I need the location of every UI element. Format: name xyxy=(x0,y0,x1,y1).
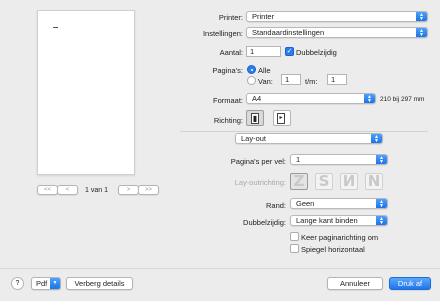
preview-page xyxy=(37,10,135,175)
flip-horizontal-label: Spiegel horizontaal xyxy=(301,245,365,254)
help-button[interactable]: ? xyxy=(11,277,24,290)
chevron-updown-icon: ▲ ▼ xyxy=(376,155,387,164)
printer-value: Printer xyxy=(252,12,275,21)
footer-separator xyxy=(0,268,440,269)
print-button[interactable]: Druk af xyxy=(389,277,431,290)
copies-label: Aantal: xyxy=(219,48,243,57)
pages-range-radio[interactable] xyxy=(247,76,256,85)
section-value: Lay-out xyxy=(241,134,267,143)
chevron-updown-icon: ▲ ▼ xyxy=(371,134,382,143)
hide-details-button[interactable]: Verberg details xyxy=(66,277,133,290)
layout-z-icon[interactable]: Z xyxy=(290,173,308,190)
pdf-label: Pdf xyxy=(36,279,48,288)
presets-value: Standaardinstellingen xyxy=(252,28,325,37)
reverse-orientation-label: Keer paginarichting om xyxy=(301,233,379,242)
pages-per-sheet-select[interactable]: 1 ▲ ▼ xyxy=(290,154,388,165)
pages-label: Pagina's: xyxy=(212,66,243,75)
pages-to-input[interactable]: 1 xyxy=(327,74,347,85)
section-select[interactable]: Lay-out ▲ ▼ xyxy=(235,133,383,144)
pages-from-label: Van: xyxy=(258,77,273,86)
pages-from-input[interactable]: 1 xyxy=(281,74,301,85)
copies-input[interactable]: 1 xyxy=(246,46,281,57)
duplex-checkbox[interactable]: ✓ xyxy=(285,47,294,56)
border-select[interactable]: Geen ▲ ▼ xyxy=(290,198,388,209)
chevron-updown-icon: ▲ ▼ xyxy=(416,12,427,21)
printer-select[interactable]: Printer ▲ ▼ xyxy=(246,11,428,22)
cancel-button[interactable]: Annuleer xyxy=(327,277,383,290)
landscape-person-icon: ▸ xyxy=(277,113,285,124)
last-page-button[interactable]: >> xyxy=(138,185,159,195)
paper-size-value: A4 xyxy=(252,94,262,103)
portrait-orientation-button[interactable]: ▮ xyxy=(246,110,264,126)
pdf-menu-button[interactable]: Pdf ▼ xyxy=(31,277,61,290)
border-label: Rand: xyxy=(265,201,286,210)
first-page-button[interactable]: << xyxy=(37,185,58,195)
border-value: Geen xyxy=(296,199,315,208)
page-indicator: 1 van 1 xyxy=(85,187,108,194)
chevron-updown-icon: ▲ ▼ xyxy=(364,94,375,103)
pages-all-label: Alle xyxy=(258,66,271,75)
two-sided-select[interactable]: Lange kant binden ▲ ▼ xyxy=(290,215,388,226)
layout-reverse-n-icon[interactable]: И xyxy=(340,173,358,190)
next-page-button[interactable]: > xyxy=(118,185,139,195)
pages-all-radio[interactable] xyxy=(247,65,256,74)
printer-label: Printer: xyxy=(218,13,243,22)
duplex-label: Dubbelzijdig xyxy=(296,48,337,57)
pages-per-sheet-label: Pagina's per vel: xyxy=(230,157,286,166)
previous-page-button[interactable]: < xyxy=(57,185,78,195)
presets-label: Instellingen: xyxy=(202,29,243,38)
help-icon: ? xyxy=(15,280,20,287)
layout-s-icon[interactable]: S xyxy=(315,173,333,190)
portrait-person-icon: ▮ xyxy=(251,113,259,124)
preview-text-mark xyxy=(53,27,58,28)
chevron-down-icon: ▼ xyxy=(50,278,60,289)
layout-direction-label: Lay-outrichting: xyxy=(234,178,286,187)
chevron-updown-icon: ▲ ▼ xyxy=(416,28,427,37)
paper-size-label: Formaat: xyxy=(212,96,243,105)
two-sided-label: Dubbelzijdig: xyxy=(243,218,286,227)
pages-per-sheet-value: 1 xyxy=(296,155,301,164)
two-sided-value: Lange kant binden xyxy=(296,216,358,225)
chevron-updown-icon: ▲ ▼ xyxy=(376,199,387,208)
reverse-orientation-checkbox[interactable] xyxy=(290,232,299,241)
pages-to-label: t/m: xyxy=(305,77,318,86)
section-separator xyxy=(180,131,428,132)
flip-horizontal-checkbox[interactable] xyxy=(290,244,299,253)
presets-select[interactable]: Standaardinstellingen ▲ ▼ xyxy=(246,27,428,38)
paper-dimensions: 210 bij 297 mm xyxy=(380,96,425,103)
layout-n-icon[interactable]: N xyxy=(365,173,383,190)
paper-size-select[interactable]: A4 ▲ ▼ xyxy=(246,93,376,104)
orientation-label: Richting: xyxy=(213,116,243,125)
landscape-orientation-button[interactable]: ▸ xyxy=(273,110,291,126)
chevron-updown-icon: ▲ ▼ xyxy=(376,216,387,225)
